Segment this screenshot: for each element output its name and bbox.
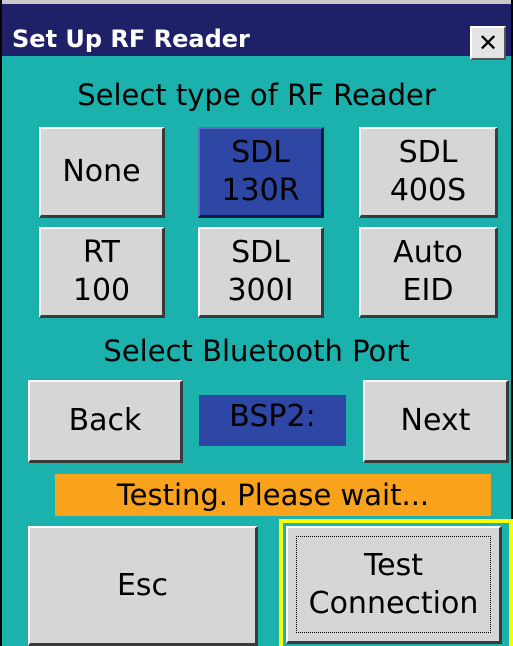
reader-option-sdl-400s[interactable]: SDL 400S — [359, 127, 498, 218]
close-icon: ✕ — [477, 29, 499, 57]
reader-option-sdl-130r[interactable]: SDL 130R — [198, 127, 324, 218]
close-button[interactable]: ✕ — [470, 26, 506, 60]
reader-type-heading: Select type of RF Reader — [77, 78, 436, 112]
reader-option-label: SDL 400S — [389, 135, 467, 208]
bluetooth-port-value: BSP2: — [199, 395, 346, 446]
status-text: Testing. Please wait... — [116, 478, 430, 512]
status-banner: Testing. Please wait... — [55, 474, 491, 516]
back-button[interactable]: Back — [28, 380, 183, 463]
reader-option-label: SDL 300I — [227, 235, 294, 308]
back-button-label: Back — [68, 403, 142, 438]
reader-option-sdl-300i[interactable]: SDL 300I — [198, 227, 324, 318]
next-button[interactable]: Next — [363, 380, 509, 463]
title-bar: Set Up RF Reader ✕ — [2, 0, 511, 60]
reader-option-auto-eid[interactable]: Auto EID — [359, 227, 498, 318]
esc-button[interactable]: Esc — [28, 526, 258, 646]
reader-option-none[interactable]: None — [39, 127, 165, 218]
reader-option-label: RT 100 — [72, 235, 131, 308]
bluetooth-port-heading: Select Bluetooth Port — [103, 334, 410, 368]
reader-option-label: Auto EID — [393, 235, 463, 308]
dialog-window: Set Up RF Reader ✕ Select type of RF Rea… — [0, 0, 513, 646]
reader-option-rt-100[interactable]: RT 100 — [39, 227, 165, 318]
esc-button-label: Esc — [116, 567, 169, 603]
focus-rectangle — [296, 536, 491, 633]
reader-option-label: None — [62, 154, 141, 189]
next-button-label: Next — [400, 403, 471, 438]
port-value-text: BSP2: — [229, 399, 316, 434]
window-title: Set Up RF Reader — [12, 25, 250, 53]
test-connection-button[interactable]: Test Connection — [286, 526, 502, 644]
reader-option-label: SDL 130R — [221, 135, 300, 208]
